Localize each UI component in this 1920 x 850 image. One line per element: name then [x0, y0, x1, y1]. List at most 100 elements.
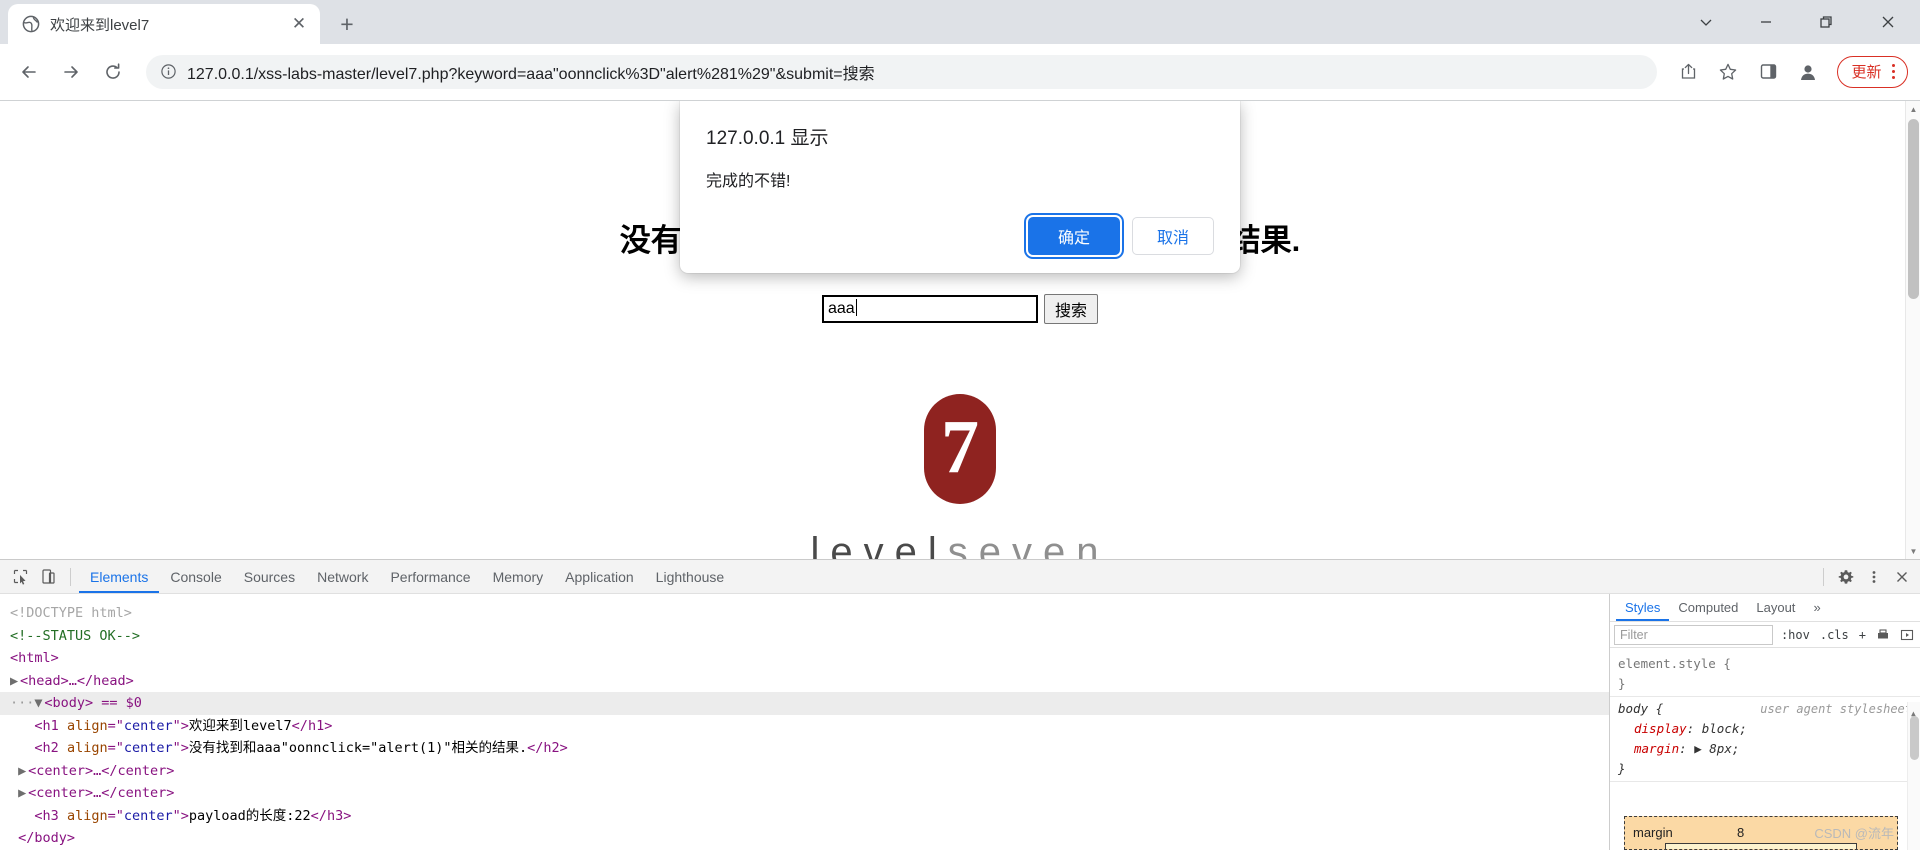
dialog-cancel-button[interactable]: 取消: [1132, 217, 1214, 255]
styles-tab-layout[interactable]: Layout: [1747, 594, 1804, 621]
address-bar-url: 127.0.0.1/xss-labs-master/level7.php?key…: [187, 65, 875, 83]
page-scrollbar[interactable]: ▲ ▼: [1905, 101, 1920, 559]
devtools-tab-console[interactable]: Console: [159, 560, 232, 593]
dialog-message: 完成的不错!: [706, 173, 791, 190]
more-dots-icon: ···: [10, 695, 35, 711]
side-panel-icon[interactable]: [1751, 55, 1785, 89]
scroll-down-arrow-icon[interactable]: ▼: [1906, 543, 1920, 559]
globe-favicon-icon: [22, 15, 40, 33]
devtools-tab-application[interactable]: Application: [554, 560, 645, 593]
style-rule-close: }: [1618, 761, 1626, 776]
styles-filter-bar: Filter :hov .cls +: [1610, 622, 1920, 648]
code-h3-text: payload的长度:22: [188, 807, 311, 824]
code-line-selected[interactable]: ···▼ <body> == $0: [0, 692, 1609, 715]
logo-word-seven: seven: [947, 530, 1110, 559]
forward-button-icon[interactable]: [54, 55, 88, 89]
code-line: <h3 align="center">payload的长度:22</h3>: [34, 807, 352, 824]
search-input-value: aaa: [827, 300, 855, 317]
reload-button-icon[interactable]: [96, 55, 130, 89]
code-head-collapsed: <head>…</head>: [20, 672, 134, 689]
devtools-close-icon[interactable]: [1888, 563, 1916, 591]
close-window-icon[interactable]: [1856, 0, 1920, 44]
close-tab-icon[interactable]: ✕: [288, 13, 310, 35]
chrome-menu-icon[interactable]: [1886, 63, 1902, 80]
device-toolbar-icon[interactable]: [34, 563, 62, 591]
new-style-rule-button[interactable]: +: [1857, 628, 1868, 642]
maximize-restore-icon[interactable]: [1796, 0, 1856, 44]
devtools-tabbar: Elements Console Sources Network Perform…: [0, 560, 1920, 594]
styles-sidebar: Styles Computed Layout » Filter :hov .cl…: [1610, 594, 1920, 850]
code-html-open: <html>: [10, 650, 59, 666]
style-rule-origin: user agent stylesheet: [1760, 702, 1912, 716]
settings-gear-icon[interactable]: [1832, 563, 1860, 591]
style-declaration[interactable]: display: block;: [1618, 719, 1912, 739]
address-bar[interactable]: 127.0.0.1/xss-labs-master/level7.php?key…: [146, 54, 1658, 89]
code-h1-text: 欢迎来到level7: [188, 717, 292, 734]
update-button[interactable]: 更新: [1837, 55, 1908, 88]
code-h2-val: center: [123, 740, 173, 756]
devtools-more-menu-icon[interactable]: [1860, 563, 1888, 591]
devtools-tab-sources[interactable]: Sources: [233, 560, 306, 593]
code-h3-closetag: h3: [326, 807, 344, 824]
devtools-tab-lighthouse[interactable]: Lighthouse: [645, 560, 736, 593]
styles-tab-overflow[interactable]: »: [1804, 594, 1829, 621]
profile-avatar-icon[interactable]: [1791, 55, 1825, 89]
box-model-margin-value[interactable]: 8: [1737, 823, 1744, 843]
code-line: <html>: [0, 647, 1609, 670]
style-declaration[interactable]: margin: ▶ 8px;: [1618, 739, 1912, 759]
scroll-up-arrow-icon[interactable]: ▲: [1906, 101, 1920, 117]
search-input[interactable]: aaa: [821, 295, 1038, 323]
style-rule-selector: body {: [1618, 701, 1664, 716]
style-prop-value: ▶ 8px;: [1694, 741, 1740, 756]
styles-rules-list[interactable]: element.style { } user agent stylesheet …: [1610, 648, 1920, 850]
info-circle-icon[interactable]: [160, 63, 177, 80]
style-rule-close: }: [1618, 676, 1626, 691]
back-button-icon[interactable]: [12, 55, 46, 89]
hov-toggle[interactable]: :hov: [1779, 628, 1812, 642]
code-line: </body>: [0, 827, 1609, 850]
devtools-tab-network[interactable]: Network: [306, 560, 379, 593]
devtools-panel: Elements Console Sources Network Perform…: [0, 559, 1920, 850]
elements-tree[interactable]: <!DOCTYPE html> <!--STATUS OK--> <html> …: [0, 594, 1609, 850]
code-h1-tag: h1: [42, 717, 59, 734]
dialog-ok-button[interactable]: 确定: [1028, 217, 1120, 255]
share-icon[interactable]: [1671, 55, 1705, 89]
tab-search-chevron-down-icon[interactable]: [1676, 0, 1736, 44]
scrollbar-thumb[interactable]: [1908, 119, 1919, 299]
style-rule-header: user agent stylesheet body {: [1618, 699, 1912, 719]
code-line[interactable]: ▶ <head>…</head>: [0, 670, 1609, 693]
devtools-tab-memory[interactable]: Memory: [482, 560, 555, 593]
inspect-element-icon[interactable]: [6, 563, 34, 591]
styles-tab-computed[interactable]: Computed: [1669, 594, 1747, 621]
devtools-tabbar-actions: [1815, 563, 1916, 591]
tab-strip: 欢迎来到level7 ✕ +: [0, 0, 1920, 44]
bookmark-star-icon[interactable]: [1711, 55, 1745, 89]
minimize-icon[interactable]: [1736, 0, 1796, 44]
devtools-tab-performance[interactable]: Performance: [379, 560, 481, 593]
style-rule-body[interactable]: user agent stylesheet body { display: bl…: [1610, 697, 1920, 782]
toggle-sidebar-icon[interactable]: [1898, 628, 1916, 642]
page-viewport: 欢迎来到level7 没有找到和aaa"oonnclick="alert(1)"…: [0, 100, 1920, 559]
styles-scrollbar-thumb[interactable]: [1910, 716, 1919, 760]
cls-toggle[interactable]: .cls: [1818, 628, 1851, 642]
browser-toolbar: 127.0.0.1/xss-labs-master/level7.php?key…: [0, 44, 1920, 100]
styles-scrollbar[interactable]: ▲: [1907, 702, 1920, 850]
code-line[interactable]: ▶ <center>…</center>: [0, 782, 1609, 805]
expand-triangle-icon[interactable]: ▶: [18, 782, 28, 805]
browser-tab[interactable]: 欢迎来到level7 ✕: [8, 4, 320, 44]
style-rule-element-style[interactable]: element.style { }: [1610, 652, 1920, 697]
expand-triangle-icon[interactable]: ▶: [10, 670, 20, 693]
new-tab-button[interactable]: +: [330, 7, 364, 41]
text-caret: [855, 299, 857, 316]
styles-filter-input[interactable]: Filter: [1614, 624, 1773, 645]
collapse-triangle-icon[interactable]: ▼: [34, 692, 44, 715]
expand-triangle-icon[interactable]: ▶: [18, 760, 28, 783]
code-h2-attr: align: [66, 740, 108, 756]
print-media-icon[interactable]: [1874, 628, 1892, 642]
update-button-label: 更新: [1851, 64, 1882, 81]
search-submit-button[interactable]: 搜索: [1043, 294, 1098, 324]
code-h1-closetag: h1: [307, 717, 325, 734]
styles-tab-styles[interactable]: Styles: [1616, 594, 1669, 621]
code-line[interactable]: ▶ <center>…</center>: [0, 760, 1609, 783]
devtools-tab-elements[interactable]: Elements: [79, 560, 159, 593]
